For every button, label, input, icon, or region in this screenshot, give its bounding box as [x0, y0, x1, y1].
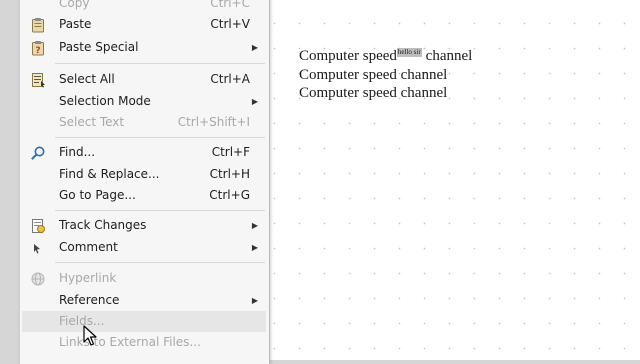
menu-item-shortcut: Ctrl+G	[209, 188, 250, 202]
menu-item-paste-special[interactable]: ? Paste Special ▶	[22, 37, 266, 58]
mouse-cursor-icon	[83, 325, 97, 346]
menu-item-label: Copy	[59, 0, 90, 10]
clipboard-icon	[32, 18, 44, 33]
select-all-icon	[32, 73, 45, 88]
menu-item-label: Select All	[59, 72, 115, 86]
menu-item-select-all[interactable]: Select All Ctrl+A	[22, 69, 266, 90]
svg-text:?: ?	[35, 46, 40, 56]
clipboard-special-icon: ?	[32, 41, 44, 56]
menu-item-label: Find...	[59, 145, 96, 159]
menu-item-shortcut: Ctrl+Shift+I	[177, 115, 250, 129]
menu-item-fields[interactable]: Fields...	[22, 311, 266, 332]
menu-item-links-external-files[interactable]: Links to External Files...	[22, 332, 266, 353]
globe-icon	[31, 272, 45, 286]
menu-item-find[interactable]: Find... Ctrl+F	[22, 142, 266, 163]
menu-item-label: Hyperlink	[59, 271, 117, 285]
document-text[interactable]: channel	[426, 48, 473, 64]
menu-item-paste[interactable]: Paste Ctrl+V	[22, 14, 266, 35]
document-line-1[interactable]: Computer speedhello sir channel	[299, 47, 472, 65]
document-line-2[interactable]: Computer speed channel	[299, 66, 447, 84]
menu-item-comment[interactable]: Comment ▶	[22, 237, 266, 258]
menu-item-copy[interactable]: Copy Ctrl+C	[22, 0, 266, 14]
menu-item-shortcut: Ctrl+F	[211, 145, 250, 159]
menu-item-label: Fields...	[59, 314, 105, 328]
menu-item-hyperlink[interactable]: Hyperlink	[22, 268, 266, 289]
menu-item-label: Links to External Files...	[59, 335, 201, 349]
menu-item-label: Paste	[59, 17, 92, 31]
menu-item-shortcut: Ctrl+V	[210, 17, 250, 31]
menu-item-shortcut: Ctrl+A	[210, 72, 250, 86]
submenu-arrow-icon: ▶	[251, 43, 258, 52]
menu-item-shortcut: Ctrl+C	[210, 0, 250, 10]
menu-item-selection-mode[interactable]: Selection Mode ▶	[22, 91, 266, 112]
submenu-arrow-icon: ▶	[251, 97, 258, 106]
menu-item-label: Selection Mode	[59, 94, 151, 108]
document-text[interactable]: Computer speed	[299, 48, 397, 64]
superscript-field[interactable]: hello sir	[396, 48, 422, 57]
menu-item-select-text[interactable]: Select Text Ctrl+Shift+I	[22, 112, 266, 133]
menu-item-label: Go to Page...	[59, 188, 136, 202]
document-line-3[interactable]: Computer speed channel	[299, 84, 447, 102]
menu-item-label: Find & Replace...	[59, 167, 160, 181]
menu-separator	[55, 262, 265, 263]
magnifier-icon	[31, 146, 45, 160]
track-changes-icon	[32, 219, 45, 233]
document-page[interactable]: Computer speedhello sir channel Computer …	[268, 0, 640, 360]
menu-item-label: Track Changes	[59, 218, 147, 232]
menu-item-go-to-page[interactable]: Go to Page... Ctrl+G	[22, 185, 266, 206]
context-menu: Copy Ctrl+C Paste Ctrl+V ? Paste Special…	[19, 0, 270, 364]
menu-separator	[55, 63, 265, 64]
menu-separator	[55, 210, 265, 211]
submenu-arrow-icon: ▶	[251, 296, 258, 305]
menu-item-find-replace[interactable]: Find & Replace... Ctrl+H	[22, 164, 266, 185]
menu-item-label: Paste Special	[59, 40, 139, 54]
submenu-arrow-icon: ▶	[251, 243, 258, 252]
menu-item-track-changes[interactable]: Track Changes ▶	[22, 215, 266, 236]
menu-item-reference[interactable]: Reference ▶	[22, 290, 266, 311]
menu-item-label: Reference	[59, 293, 120, 307]
menu-separator	[55, 137, 265, 138]
menu-item-label: Comment	[59, 240, 118, 254]
submenu-arrow-icon: ▶	[251, 221, 258, 230]
menu-item-label: Select Text	[59, 115, 125, 129]
comment-icon	[34, 244, 40, 254]
menu-item-shortcut: Ctrl+H	[209, 167, 250, 181]
